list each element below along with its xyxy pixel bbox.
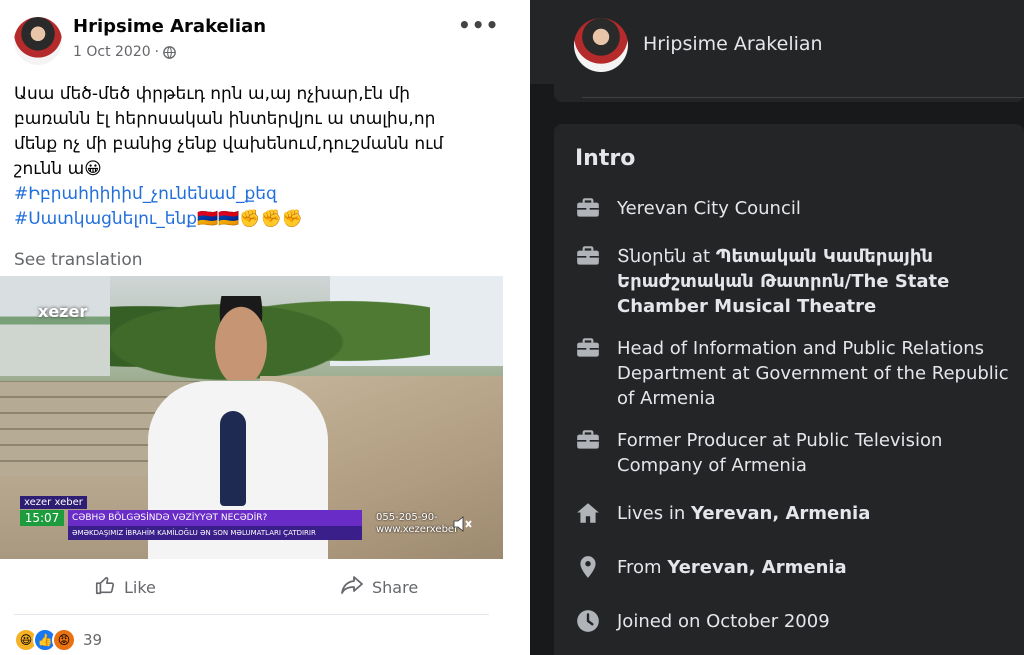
intro-item-work: Head of Information and Public Relations… bbox=[575, 336, 1015, 411]
post-text-line: բառանն էլ հերոսական ինտերվյու ա տալիս,որ bbox=[14, 109, 436, 129]
angry-reaction-icon: 😡 bbox=[52, 628, 76, 652]
video-microphone bbox=[220, 411, 246, 506]
news-brand: xezer xeber bbox=[20, 496, 87, 509]
post-card: Hripsime Arakelian 1 Oct 2020 · ••• Ասա … bbox=[0, 0, 503, 655]
profile-card-edge bbox=[554, 84, 1024, 102]
channel-logo: xezer bbox=[38, 302, 88, 321]
intro-text-bold[interactable]: Yerevan, Armenia bbox=[667, 557, 846, 578]
news-subline: ƏMƏKDAŞIMIZ İBRAHİM KAMİLOĞLU ƏN SON MƏL… bbox=[68, 526, 362, 540]
profile-panel: Hripsime Arakelian Intro Yerevan City Co… bbox=[530, 0, 1024, 655]
news-site: www.xezerxeber bbox=[376, 524, 459, 535]
share-button[interactable]: Share bbox=[340, 565, 418, 609]
profile-header: Hripsime Arakelian bbox=[530, 0, 1024, 84]
intro-text: Head of Information and Public Relations… bbox=[617, 338, 1009, 409]
see-translation-link[interactable]: See translation bbox=[14, 250, 143, 270]
share-label: Share bbox=[372, 577, 419, 597]
hashtag-link[interactable]: #Սատկացնելու_ենք🇦🇲🇦🇲✊✊✊ bbox=[14, 207, 489, 232]
news-headline: CƏBHƏ BÖLGƏSİNDƏ VƏZİYYƏT NECƏDİR? bbox=[68, 510, 362, 526]
intro-text-bold[interactable]: Yerevan, Armenia bbox=[691, 503, 870, 524]
reactions-summary[interactable]: 😆 👍 😡 39 bbox=[14, 628, 102, 652]
location-pin-icon bbox=[575, 554, 603, 582]
profile-name[interactable]: Hripsime Arakelian bbox=[643, 33, 823, 55]
home-icon bbox=[575, 500, 603, 528]
intro-item-work: Տնօրեն at Պետական Կամերային Երաժշտական Թ… bbox=[575, 244, 1015, 319]
intro-text: Lives in bbox=[617, 503, 691, 524]
news-contact: 055-205-90- www.xezerxeber bbox=[376, 512, 458, 536]
divider bbox=[14, 614, 489, 615]
intro-item-lives: Lives in Yerevan, Armenia bbox=[575, 501, 1015, 528]
reactions-count: 39 bbox=[83, 631, 103, 649]
news-time: 15:07 bbox=[20, 510, 64, 526]
intro-title: Intro bbox=[575, 146, 636, 171]
post-meta: 1 Oct 2020 · bbox=[73, 44, 176, 60]
briefcase-icon bbox=[575, 243, 603, 271]
intro-item-joined: Joined on October 2009 bbox=[575, 609, 1015, 636]
clock-icon bbox=[575, 608, 603, 636]
like-button[interactable]: Like bbox=[94, 565, 156, 609]
news-lower-third: xezer xeber 15:07 CƏBHƏ BÖLGƏSİNDƏ VƏZİY… bbox=[20, 496, 362, 540]
share-icon bbox=[340, 574, 364, 600]
profile-avatar[interactable] bbox=[574, 18, 628, 72]
globe-icon bbox=[163, 45, 176, 59]
briefcase-icon bbox=[575, 195, 603, 223]
news-phone: 055-205-90- bbox=[376, 512, 438, 523]
post-actions: Like Share bbox=[0, 565, 503, 609]
thumbs-up-icon bbox=[94, 574, 116, 600]
post-author-name[interactable]: Hripsime Arakelian bbox=[73, 16, 266, 37]
intro-item-work: Former Producer at Public Television Com… bbox=[575, 428, 1015, 478]
post-text-line: մենք ոչ մի բանից չենք վախենում,դուշմանն … bbox=[14, 134, 444, 154]
briefcase-icon bbox=[575, 335, 603, 363]
post-date[interactable]: 1 Oct 2020 bbox=[73, 44, 151, 60]
intro-text: Տնօրեն at bbox=[617, 246, 716, 267]
hashtag-link[interactable]: #Իբրահիիիիմ_չունենամ_քեզ bbox=[14, 182, 489, 207]
like-label: Like bbox=[124, 577, 156, 597]
post-text-line: շունն ա😀 bbox=[14, 159, 102, 179]
intro-text: Yerevan City Council bbox=[617, 198, 801, 219]
intro-text: From bbox=[617, 557, 668, 578]
image-divider bbox=[503, 0, 530, 655]
author-avatar[interactable] bbox=[14, 17, 62, 65]
intro-item-work: Yerevan City Council bbox=[575, 196, 1015, 223]
briefcase-icon bbox=[575, 427, 603, 455]
intro-card: Intro Yerevan City Council Տնօրեն at Պետ… bbox=[554, 124, 1024, 655]
video-greenhouse bbox=[0, 276, 110, 376]
post-text: Ասա մեծ-մեծ փրթեւդ որն ա,այ ոչխար,էն մի … bbox=[14, 82, 489, 232]
intro-item-from: From Yerevan, Armenia bbox=[575, 555, 1015, 582]
divider bbox=[582, 97, 1024, 98]
post-text-line: Ասա մեծ-մեծ փրթեւդ որն ա,այ ոչխար,էն մի bbox=[14, 84, 411, 104]
intro-text: Former Producer at Public Television Com… bbox=[617, 430, 943, 476]
mute-icon[interactable] bbox=[452, 514, 472, 534]
intro-text: Joined on October 2009 bbox=[617, 611, 830, 632]
video-reporter-head bbox=[208, 296, 274, 380]
more-options-icon[interactable]: ••• bbox=[458, 13, 499, 37]
post-video[interactable]: xezer xezer xeber 15:07 CƏBHƏ BÖLGƏSİNDƏ… bbox=[0, 276, 503, 559]
